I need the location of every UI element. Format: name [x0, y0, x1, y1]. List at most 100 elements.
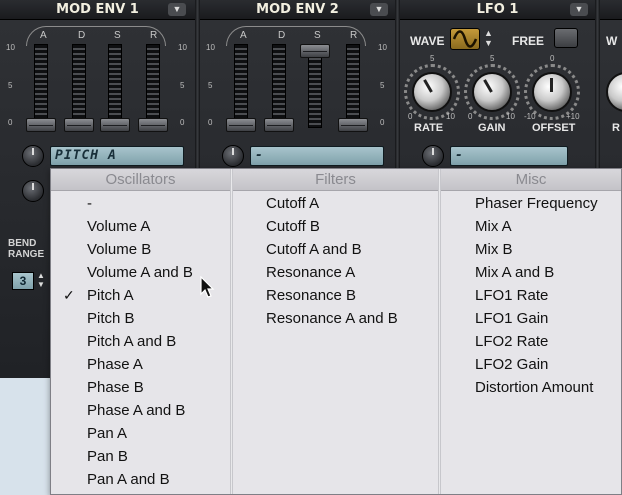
- sustain-slider-thumb[interactable]: [300, 44, 330, 58]
- menu-item[interactable]: Cutoff A and B: [233, 238, 438, 261]
- scale-label: 5: [380, 81, 385, 90]
- bend-range-stepper-icon[interactable]: ▲ ▼: [37, 271, 45, 289]
- sine-wave-icon: [452, 30, 478, 48]
- attack-slider[interactable]: [34, 44, 48, 128]
- lfo-1-destination-display[interactable]: -: [450, 146, 568, 166]
- scale-label: 5: [208, 81, 213, 90]
- modulation-destination-menu: Oscillators - Volume A Volume B Volume A…: [50, 168, 622, 495]
- free-label: FREE: [512, 34, 545, 48]
- lfo-1-destination-value: -: [455, 148, 464, 163]
- gain-scale-label: 10: [506, 112, 515, 121]
- menu-item[interactable]: Phase A and B: [51, 399, 230, 422]
- mod-env-1-header: MOD ENV 1: [0, 0, 195, 20]
- release-slider-thumb[interactable]: [138, 118, 168, 132]
- menu-item-label: LFO1 Rate: [475, 287, 549, 304]
- mod-env-2-header: MOD ENV 2: [200, 0, 395, 20]
- menu-item-label: Cutoff B: [266, 218, 320, 235]
- menu-item[interactable]: Resonance B: [233, 284, 438, 307]
- menu-item[interactable]: LFO2 Gain: [441, 353, 621, 376]
- mod-env-2-amount-knob[interactable]: [222, 145, 244, 167]
- sustain-slider-thumb[interactable]: [100, 118, 130, 132]
- menu-item[interactable]: Distortion Amount: [441, 376, 621, 399]
- sustain-letter: S: [114, 30, 121, 41]
- rate-knob[interactable]: [412, 72, 452, 112]
- decay-slider[interactable]: [72, 44, 86, 128]
- menu-item[interactable]: Mix A and B: [441, 261, 621, 284]
- rate-scale-label: 0: [408, 112, 413, 121]
- menu-item[interactable]: Pan A: [51, 422, 230, 445]
- decay-slider[interactable]: [272, 44, 286, 128]
- attack-letter: A: [240, 30, 247, 41]
- offset-scale-label: 0: [550, 54, 555, 63]
- scale-label: 0: [8, 118, 13, 127]
- wave-selector[interactable]: [450, 28, 480, 50]
- mod-env-1-title: MOD ENV 1: [56, 2, 139, 17]
- scale-label: 10: [206, 43, 215, 52]
- wave-stepper-icon[interactable]: ▲ ▼: [484, 28, 493, 48]
- offset-scale-label: +10: [566, 112, 580, 121]
- mod-env-1-menu-button[interactable]: ▼: [168, 3, 186, 16]
- release-letter: R: [350, 30, 358, 41]
- gain-label: GAIN: [478, 122, 506, 134]
- attack-slider-thumb[interactable]: [226, 118, 256, 132]
- menu-item[interactable]: Pitch B: [51, 307, 230, 330]
- menu-item-label: LFO1 Gain: [475, 310, 549, 327]
- mod-env-1-amount-knob[interactable]: [22, 145, 44, 167]
- bend-range-value[interactable]: 3: [12, 272, 34, 290]
- lfo-1-menu-button[interactable]: ▼: [570, 3, 588, 16]
- release-slider[interactable]: [346, 44, 360, 128]
- menu-item[interactable]: Resonance A: [233, 261, 438, 284]
- menu-item[interactable]: Pan B: [51, 445, 230, 468]
- decay-slider-thumb[interactable]: [64, 118, 94, 132]
- mod-env-1-destination-value: PITCH A: [55, 148, 117, 163]
- menu-item[interactable]: LFO1 Rate: [441, 284, 621, 307]
- offset-knob-pointer: [550, 78, 553, 92]
- attack-slider[interactable]: [234, 44, 248, 128]
- menu-item-label: Resonance B: [266, 287, 357, 304]
- decay-slider-thumb[interactable]: [264, 118, 294, 132]
- menu-item[interactable]: Phase B: [51, 376, 230, 399]
- free-toggle[interactable]: [554, 28, 578, 48]
- menu-item[interactable]: Volume A: [51, 215, 230, 238]
- pitch-knob[interactable]: [22, 180, 44, 202]
- menu-item[interactable]: Pan A and B: [51, 468, 230, 491]
- menu-item-label: Cutoff A and B: [266, 241, 362, 258]
- menu-column-misc: Misc Phaser Frequency Mix A Mix B Mix A …: [441, 169, 621, 494]
- menu-item[interactable]: LFO1 Gain: [441, 307, 621, 330]
- menu-item[interactable]: Cutoff A: [233, 192, 438, 215]
- attack-letter: A: [40, 30, 47, 41]
- menu-item[interactable]: Pitch A and B: [51, 330, 230, 353]
- menu-item[interactable]: LFO2 Rate: [441, 330, 621, 353]
- attack-slider-thumb[interactable]: [26, 118, 56, 132]
- release-slider-thumb[interactable]: [338, 118, 368, 132]
- mod-env-1-destination-display[interactable]: PITCH A: [50, 146, 184, 166]
- menu-item[interactable]: Phaser Frequency: [441, 192, 621, 215]
- menu-column-header: Filters: [233, 169, 438, 191]
- menu-item-label: Volume A: [87, 218, 151, 235]
- mod-env-2-menu-button[interactable]: ▼: [370, 3, 388, 16]
- menu-item-label: Phase A and B: [87, 402, 186, 419]
- menu-item[interactable]: Resonance A and B: [233, 307, 438, 330]
- adsr-letters: A D S R: [200, 26, 395, 42]
- menu-item-label: Pan A and B: [87, 471, 170, 488]
- menu-item[interactable]: Cutoff B: [233, 215, 438, 238]
- menu-column-header: Misc: [441, 169, 621, 191]
- scale-label: 5: [180, 81, 185, 90]
- menu-item-label: Pitch A and B: [87, 333, 177, 350]
- lfo-2-knob-partial[interactable]: [606, 72, 622, 112]
- gain-knob[interactable]: [472, 72, 512, 112]
- lfo-1-amount-knob[interactable]: [422, 145, 444, 167]
- gain-scale-label: 5: [490, 54, 495, 63]
- gain-scale-label: 0: [468, 112, 473, 121]
- release-slider[interactable]: [146, 44, 160, 128]
- mod-env-2-destination-display[interactable]: -: [250, 146, 384, 166]
- scale-label: 5: [8, 81, 13, 90]
- menu-item[interactable]: Mix A: [441, 215, 621, 238]
- menu-item[interactable]: Volume B: [51, 238, 230, 261]
- bend-range-number: 3: [19, 274, 27, 288]
- menu-item[interactable]: Mix B: [441, 238, 621, 261]
- menu-item[interactable]: -: [51, 192, 230, 215]
- menu-item[interactable]: Phase A: [51, 353, 230, 376]
- sustain-slider[interactable]: [108, 44, 122, 128]
- adsr-letters: A D S R: [0, 26, 195, 42]
